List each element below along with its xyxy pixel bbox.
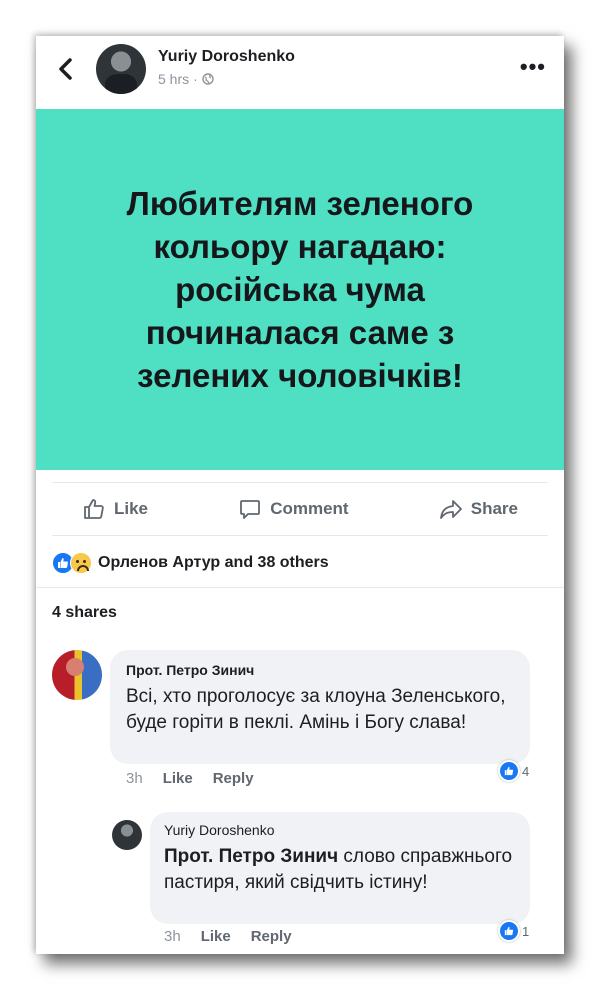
comment-like-button[interactable]: Like [163, 770, 193, 787]
shares-count[interactable]: 4 shares [52, 604, 117, 622]
post-background: Любителям зеленого кольору нагадаю: росі… [36, 109, 564, 470]
like-label: Like [114, 499, 149, 518]
post-text: Любителям зеленого кольору нагадаю: росі… [65, 182, 535, 397]
meta-separator: · [193, 71, 198, 87]
like-badge-icon [498, 920, 520, 942]
reply-author[interactable]: Yuriy Doroshenko [164, 822, 275, 838]
comment-text: Всі, хто проголосує за клоуна Зеленськог… [126, 686, 506, 733]
back-arrow-icon[interactable] [54, 54, 78, 84]
reply-avatar[interactable] [112, 820, 142, 850]
reply-like-button[interactable]: Like [201, 928, 231, 945]
post-text-line: Любителям зеленого [126, 185, 474, 222]
author-name[interactable]: Yuriy Doroshenko [158, 48, 295, 66]
post-text-line: зелених чоловічків! [137, 357, 463, 394]
post-time[interactable]: 5 hrs [158, 71, 189, 87]
comment-label: Comment [270, 499, 349, 518]
post-text-line: кольору нагадаю: [153, 228, 447, 265]
share-button[interactable]: Share [409, 497, 548, 521]
reply-bubble: Yuriy Doroshenko Прот. Петро Зинич слово… [150, 812, 530, 924]
reply-like-count: 1 [522, 923, 530, 939]
author-avatar[interactable] [96, 44, 146, 94]
reply-time: 3h [164, 928, 181, 945]
thumbs-up-icon [84, 499, 104, 519]
divider [36, 587, 564, 588]
comment-like-count: 4 [522, 763, 530, 779]
post-actions-bar: Like Comment Share [52, 482, 548, 536]
reactions-summary[interactable]: Орленов Артур and 38 others [52, 552, 329, 574]
comment-time: 3h [126, 770, 143, 787]
comment-author[interactable]: Прот. Петро Зинич [126, 662, 254, 678]
comment-reply-button[interactable]: Reply [213, 770, 254, 787]
reply-mention[interactable]: Прот. Петро Зинич [164, 846, 338, 867]
comment-meta: 3h Like Reply [126, 770, 254, 787]
reply-reaction-badge[interactable]: 1 [498, 920, 529, 942]
like-button[interactable]: Like [52, 497, 178, 521]
post-card: Yuriy Doroshenko 5 hrs · ••• Любителям з… [36, 36, 564, 954]
comment-reaction-badge[interactable]: 4 [498, 760, 529, 782]
like-badge-icon [498, 760, 520, 782]
sad-reaction-icon [70, 552, 92, 574]
reaction-icons [52, 552, 92, 574]
share-label: Share [470, 499, 518, 518]
share-icon [439, 500, 462, 519]
post-meta: 5 hrs · [158, 71, 214, 87]
more-options-button[interactable]: ••• [520, 56, 546, 78]
globe-icon [202, 73, 214, 85]
comment-bubble: Прот. Петро Зинич Всі, хто проголосує за… [110, 650, 530, 764]
reactions-text: Орленов Артур and 38 others [98, 554, 329, 571]
reply-reply-button[interactable]: Reply [251, 928, 292, 945]
post-text-line: починалася саме з [145, 314, 455, 351]
reply-meta: 3h Like Reply [164, 928, 292, 945]
post-text-line: російська чума [175, 271, 425, 308]
comment-button[interactable]: Comment [208, 497, 378, 521]
post-header: Yuriy Doroshenko 5 hrs · ••• [36, 36, 564, 108]
commenter-avatar[interactable] [52, 650, 102, 700]
reply-text: Прот. Петро Зинич слово справжнього паст… [164, 844, 514, 896]
comment-icon [240, 500, 261, 519]
